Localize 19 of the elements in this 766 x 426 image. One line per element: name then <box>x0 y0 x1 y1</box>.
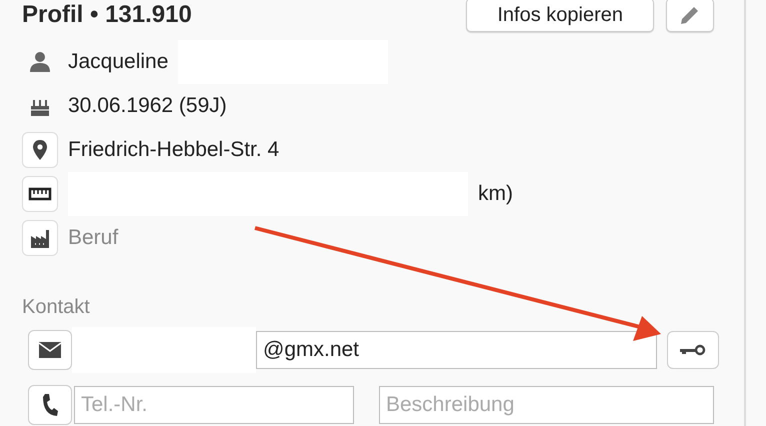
phone-field[interactable]: Tel.-Nr. <box>74 386 354 424</box>
email-field[interactable]: @gmx.net <box>256 331 657 369</box>
location-icon[interactable] <box>22 132 58 168</box>
detail-text: Jacqueline <box>68 50 168 74</box>
key-icon <box>679 344 707 356</box>
envelope-icon <box>38 341 62 359</box>
profile-title: Profil • 131.910 <box>22 1 193 29</box>
phone-icon <box>41 393 59 417</box>
section-label: Kontakt <box>22 296 91 319</box>
description-field[interactable]: Beschreibung <box>379 386 714 424</box>
email-button[interactable] <box>28 330 72 370</box>
edit-button[interactable] <box>666 0 714 32</box>
detail-text: 30.06.1962 (59J) <box>68 94 227 118</box>
placeholder-text: Beruf <box>68 226 118 250</box>
detail-text: km) <box>478 182 513 206</box>
phone-button[interactable] <box>28 385 72 425</box>
detail-text: Friedrich-Hebbel-Str. 4 <box>68 138 280 162</box>
key-button[interactable] <box>667 331 719 369</box>
copy-info-button[interactable]: Infos kopieren <box>466 0 654 32</box>
